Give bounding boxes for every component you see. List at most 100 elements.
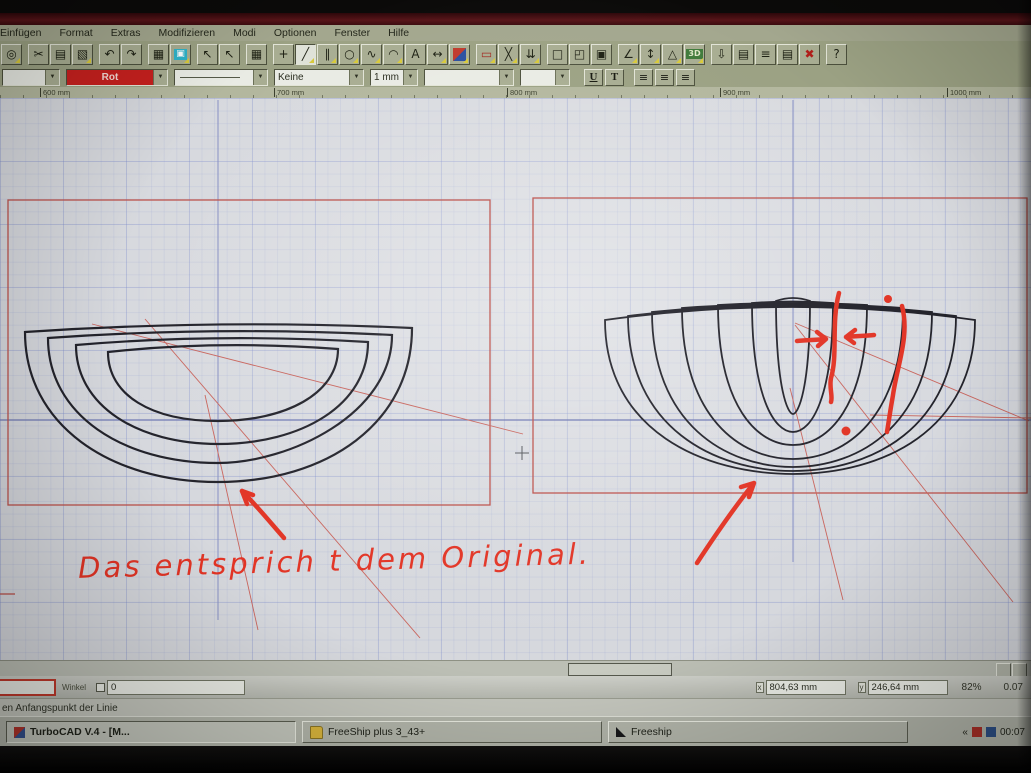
angle-label: Winkel (62, 683, 86, 692)
select-cursor-button[interactable]: ↖ (197, 44, 218, 65)
menu-item-hilfe[interactable]: Hilfe (380, 26, 417, 40)
taskbar-button-freeship-folder[interactable]: FreeShip plus 3_43+ (302, 721, 602, 743)
zoom-tool-button[interactable]: ◎ (1, 44, 22, 65)
circle-tool-button[interactable]: ○ (339, 44, 360, 65)
scrollbar-button[interactable] (996, 663, 1011, 677)
line-style-dropdown[interactable]: ▼ (174, 69, 268, 86)
tray-app-icon-blue[interactable] (986, 727, 996, 737)
ruler-label: 600 mm (40, 88, 70, 97)
tray-app-icon-red[interactable] (972, 727, 982, 737)
windows-taskbar: TurboCAD V.4 - [M... FreeShip plus 3_43+… (0, 716, 1031, 747)
property-grid-button[interactable]: ▦ (246, 44, 267, 65)
curve-tool-button[interactable]: ∿ (361, 44, 382, 65)
hull-section-curve[interactable] (76, 338, 368, 444)
color-dropdown[interactable]: Rot ▼ (66, 69, 168, 86)
angle-input[interactable]: 0 (107, 680, 245, 695)
tray-clock[interactable]: 00:07 (1000, 727, 1025, 738)
align-right-button[interactable]: ≡ (676, 69, 695, 86)
drawing-canvas[interactable]: Das entsprich t dem Original. (0, 98, 1031, 660)
dimension-icon: ↔ (432, 48, 442, 60)
right-hull-sections[interactable] (605, 298, 975, 474)
list-view-button[interactable]: ≡ (755, 44, 776, 65)
select-cursor-alt-button[interactable]: ↖ (219, 44, 240, 65)
horizontal-scrollbar[interactable] (0, 660, 1031, 677)
measure-length-button[interactable]: ↕ (640, 44, 661, 65)
text-tool-button[interactable]: A (405, 44, 426, 65)
menu-item-extras[interactable]: Extras (103, 26, 149, 40)
line-style-sample (175, 70, 253, 85)
folder-icon (310, 726, 323, 739)
menu-item-fenster[interactable]: Fenster (326, 26, 378, 40)
taskbar-button-freeship[interactable]: Freeship (608, 721, 908, 743)
text-format-button[interactable]: T (605, 69, 624, 86)
measure-angle-button[interactable]: ∠ (618, 44, 639, 65)
hull-section-curve[interactable] (605, 307, 975, 474)
node-edit-button[interactable]: ◰ (569, 44, 590, 65)
print-button[interactable]: ▦ (148, 44, 169, 65)
scrollbar-thumb[interactable] (568, 663, 672, 676)
screen-bezel-top (0, 0, 1031, 13)
font-size-dropdown[interactable]: ▼ (520, 69, 570, 86)
taskbar-button-label: Freeship (631, 726, 672, 738)
cross-line-icon: ╳ (505, 48, 512, 60)
cross-line-button[interactable]: ╳ (498, 44, 519, 65)
layers-button[interactable]: ▤ (777, 44, 798, 65)
context-help-button[interactable]: ? (826, 44, 847, 65)
measure-triangle-button[interactable]: △ (662, 44, 683, 65)
angle-value: 0 (111, 682, 116, 693)
y-coordinate-input[interactable]: 246,64 mm (868, 680, 948, 695)
status-message: en Anfangspunkt der Linie (2, 703, 118, 714)
fill-color-button[interactable]: ▨ (449, 44, 470, 65)
align-left-button[interactable]: ≡ (634, 69, 653, 86)
system-tray[interactable]: « 00:07 (962, 727, 1031, 738)
x-coordinate-input[interactable]: 804,63 mm (766, 680, 846, 695)
point-tool-button[interactable]: + (273, 44, 294, 65)
construction-lines (92, 319, 1031, 638)
font-dropdown[interactable]: ▼ (424, 69, 514, 86)
pages-button[interactable]: ▤ (733, 44, 754, 65)
save-button[interactable]: ▣ (170, 44, 191, 65)
monitor-photo: Einfügen Format Extras Modifizieren Modi… (0, 0, 1031, 773)
delete-icon: ✖ (804, 48, 814, 60)
list-icon: ≡ (760, 48, 770, 60)
underline-button[interactable]: U (584, 69, 603, 86)
line-width-dropdown[interactable]: 1 mm ▼ (370, 69, 418, 86)
pattern-dropdown[interactable]: Keine ▼ (274, 69, 364, 86)
scrollbar-button[interactable] (1012, 663, 1027, 677)
open-folder-button[interactable]: ⇩ (711, 44, 732, 65)
undo-button[interactable]: ↶ (99, 44, 120, 65)
arc-tool-button[interactable]: ◠ (383, 44, 404, 65)
snap-tool-button[interactable]: ⇊ (520, 44, 541, 65)
cursor-icon: ↖ (202, 48, 212, 60)
rectangle-tool-button[interactable]: ▭ (476, 44, 497, 65)
render-3d-button[interactable]: 3D (684, 44, 705, 65)
dimension-tool-button[interactable]: ↔ (427, 44, 448, 65)
pen-dot (884, 295, 892, 303)
angle-checkbox[interactable] (96, 683, 105, 692)
tray-chevron-icon[interactable]: « (962, 727, 968, 738)
pen-style-dropdown[interactable]: ▼ (2, 69, 60, 86)
taskbar-button-turbocad[interactable]: TurboCAD V.4 - [M... (6, 721, 296, 743)
redo-button[interactable]: ↷ (121, 44, 142, 65)
edit-frame-button[interactable]: ▣ (591, 44, 612, 65)
paste-button[interactable]: ▧ (72, 44, 93, 65)
edit-frame-icon: ▣ (596, 48, 607, 60)
line-tool-button[interactable]: ╱ (295, 44, 316, 65)
y-coordinate-icon: y (858, 682, 866, 693)
select-frame-button[interactable]: □ (547, 44, 568, 65)
align-center-button[interactable]: ≡ (655, 69, 674, 86)
menu-item-einfuegen[interactable]: Einfügen (0, 26, 49, 40)
y-coordinate-value: 246,64 mm (872, 682, 920, 693)
menu-item-modi[interactable]: Modi (225, 26, 264, 40)
selected-coordinate-field[interactable] (0, 679, 56, 696)
cut-icon: ✂ (33, 48, 43, 60)
delete-table-button[interactable]: ✖ (799, 44, 820, 65)
copy-button[interactable]: ▤ (50, 44, 71, 65)
line-width-value: 1 mm (371, 70, 403, 85)
copy-icon: ▤ (55, 48, 66, 60)
menu-item-optionen[interactable]: Optionen (266, 26, 325, 40)
parallel-tool-button[interactable]: ∥ (317, 44, 338, 65)
menu-item-modifizieren[interactable]: Modifizieren (150, 26, 223, 40)
menu-item-format[interactable]: Format (51, 26, 100, 40)
cut-button[interactable]: ✂ (28, 44, 49, 65)
